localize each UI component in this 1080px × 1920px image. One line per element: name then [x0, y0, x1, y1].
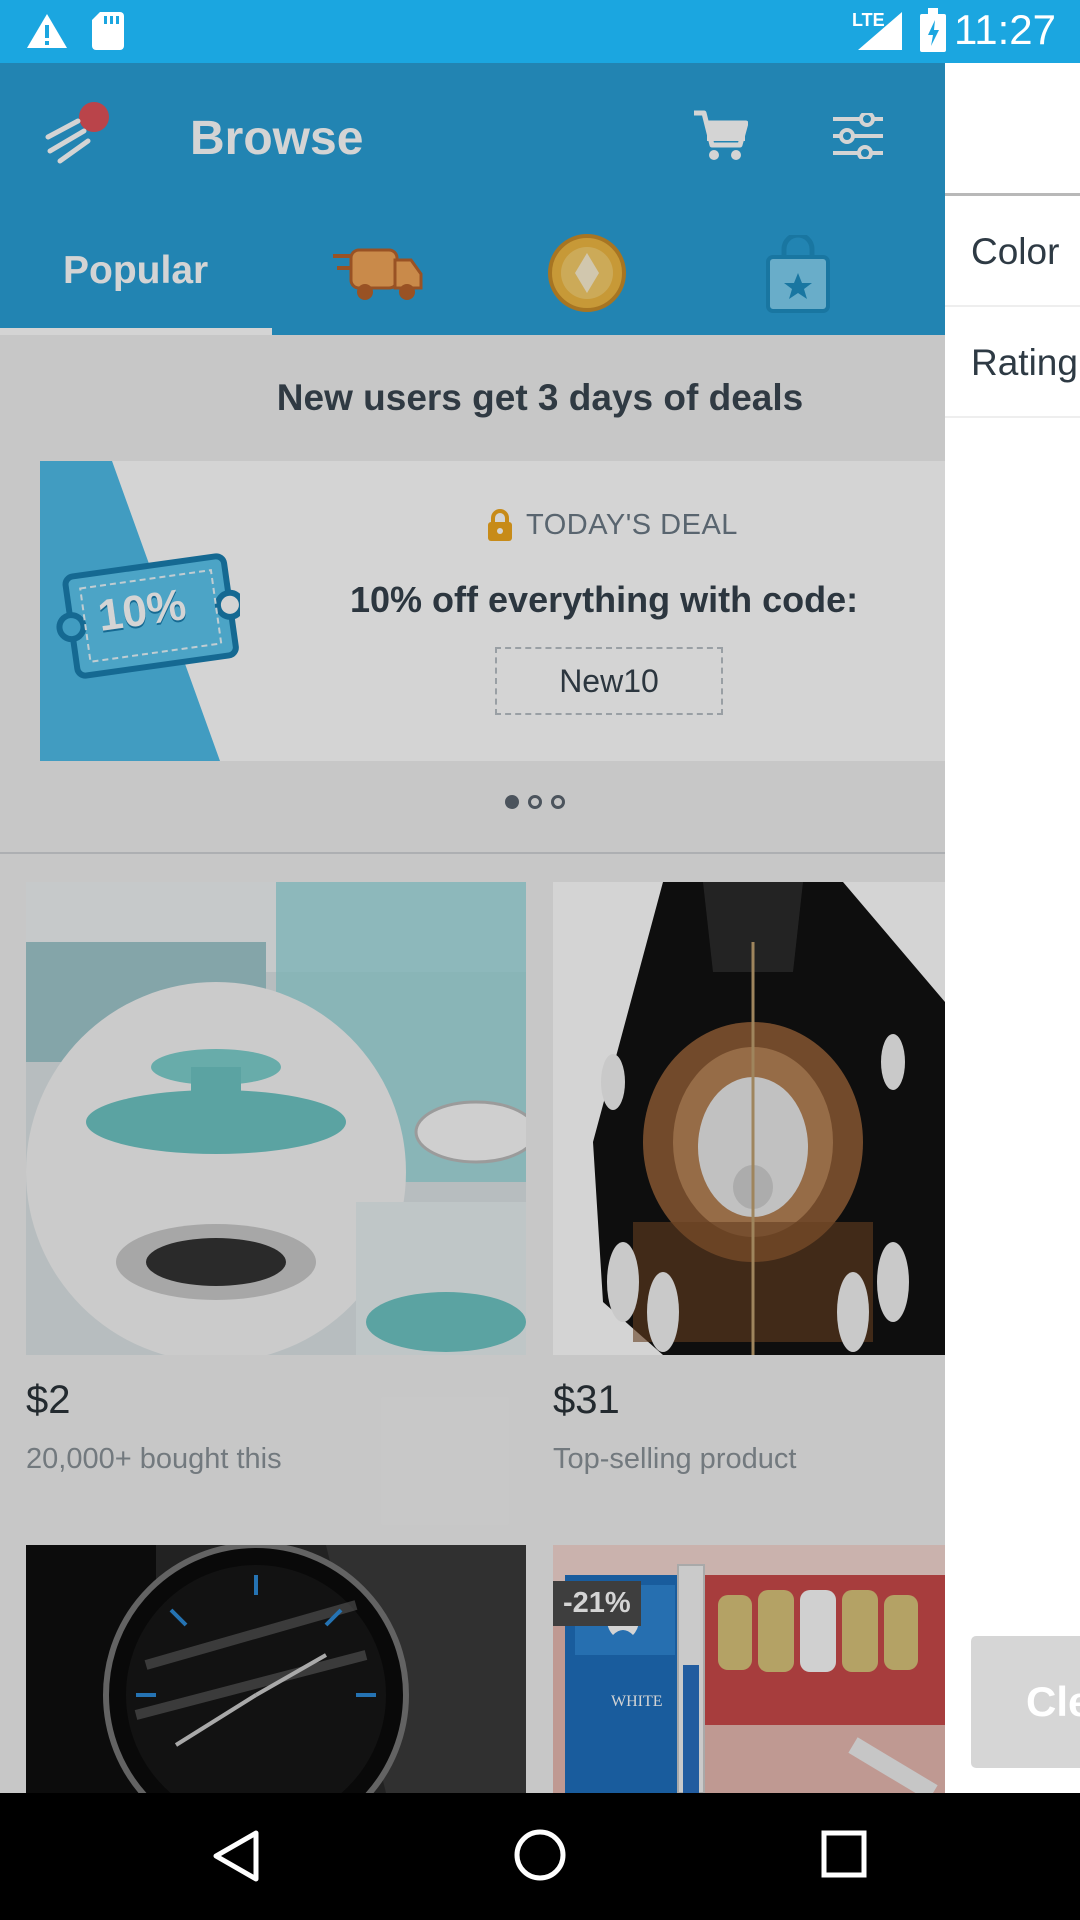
- status-time: 11:27: [954, 6, 1056, 53]
- filter-item-rating[interactable]: Rating: [971, 342, 1078, 384]
- drawer-header-divider: [945, 193, 1080, 196]
- signal-icon: [858, 12, 902, 50]
- filter-item-color[interactable]: Color: [971, 231, 1059, 273]
- warning-icon: [27, 14, 67, 48]
- divider: [945, 416, 1080, 418]
- divider: [945, 305, 1080, 307]
- clear-button[interactable]: Clear: [971, 1636, 1080, 1768]
- sd-card-icon: [92, 12, 124, 50]
- navigation-bar: [0, 1793, 1080, 1920]
- battery-icon: [920, 8, 946, 52]
- filter-drawer: Color Rating Clear: [945, 63, 1080, 1793]
- scrim-overlay[interactable]: [0, 63, 945, 1793]
- home-icon[interactable]: [512, 1827, 568, 1883]
- recents-icon[interactable]: [820, 1829, 868, 1879]
- back-icon[interactable]: [212, 1829, 260, 1883]
- status-bar: LTE 11:27: [0, 0, 1080, 63]
